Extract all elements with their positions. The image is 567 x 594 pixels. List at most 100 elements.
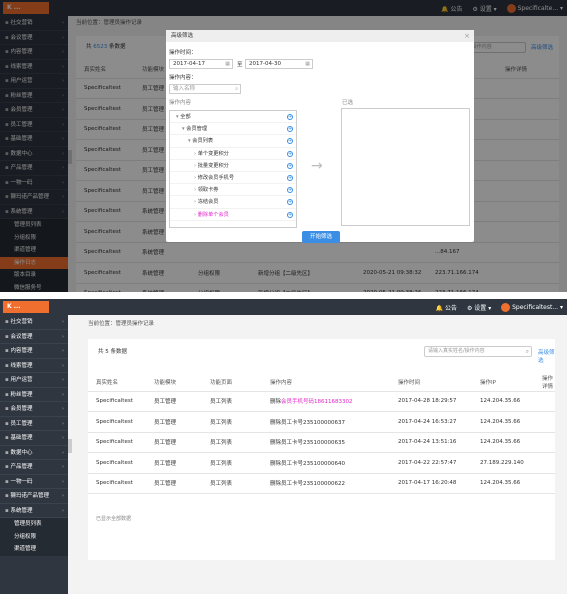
column-header: 操作详情 xyxy=(534,373,555,392)
sidebar-item[interactable]: ▪ 数据中心 › xyxy=(0,446,68,460)
content-text: 删除 xyxy=(270,399,282,406)
chevron-right-icon: › xyxy=(62,493,64,499)
tree-node-label: 全部 xyxy=(180,114,191,120)
chevron-right-icon: › xyxy=(62,449,64,456)
add-icon[interactable]: + xyxy=(287,114,293,120)
cell-ip: 124.204.35.66 xyxy=(472,432,534,453)
sidebar-item[interactable]: ▪ 内容管理 › xyxy=(0,344,68,359)
cell-page: 员工列表 xyxy=(202,391,262,412)
sidebar-item-label: 数据中心 xyxy=(10,449,33,456)
cell-page: 员工列表 xyxy=(202,411,262,433)
chevron-right-icon: › xyxy=(62,464,64,470)
cell-detail[interactable] xyxy=(534,473,555,494)
add-icon[interactable]: + xyxy=(287,174,293,181)
cell-page: 员工列表 xyxy=(202,452,262,474)
record-count: 共 5 条数据 xyxy=(98,349,127,355)
search-icon: ⌕ xyxy=(235,86,238,92)
sidebar-item[interactable]: ▪ 基础管理 › xyxy=(0,431,68,446)
search-input[interactable]: 请输入真实姓名/操作内容 ⌕ xyxy=(424,346,532,357)
sidebar-subitem[interactable]: 分组权限 xyxy=(0,530,68,543)
cell-time: 2017-04-24 16:53:27 xyxy=(390,411,472,433)
main-content: 当前位置：管理员操作记录 共 5 条数据 请输入真实姓名/操作内容 ⌕ 高级筛选 … xyxy=(68,315,567,594)
add-icon[interactable]: + xyxy=(287,211,293,218)
sidebar-subitem[interactable]: 渠道管理 xyxy=(0,543,68,556)
sidebar-item-label: 系统管理 xyxy=(10,507,33,514)
chevron-right-icon: › xyxy=(62,362,64,369)
date-from-input[interactable]: 2017-04-17 ▦ xyxy=(169,59,233,69)
cell-detail[interactable] xyxy=(534,432,555,453)
cell-name: Specificaltest xyxy=(88,452,146,474)
start-filter-button[interactable]: 开始筛选 xyxy=(302,231,340,243)
tree-node-label: 会员管理 xyxy=(186,126,208,133)
tree-node-label: 删除单个会员 xyxy=(197,211,229,218)
cell-content: 删除员工卡号235100000622 xyxy=(262,473,390,494)
sidebar-item-label: 会员管理 xyxy=(10,406,33,412)
tree-node[interactable]: › 冻结会员 + xyxy=(170,196,296,209)
add-icon[interactable]: + xyxy=(287,162,293,169)
cell-time: 2017-04-17 16:20:48 xyxy=(390,473,472,494)
sidebar-item[interactable]: ▪ 会议管理 › xyxy=(0,330,68,344)
add-icon[interactable]: + xyxy=(287,199,293,206)
time-label: 操作时间： xyxy=(169,50,197,56)
add-icon[interactable]: + xyxy=(287,138,293,145)
modal-header: 高级筛选 × xyxy=(166,30,474,42)
cell-module: 员工管理 xyxy=(146,452,202,474)
tree-node[interactable]: › 修改会员手机号 + xyxy=(170,172,296,185)
close-icon[interactable]: × xyxy=(464,30,470,42)
content-highlight: 会员手机号码18611683302 xyxy=(281,399,353,406)
cell-page: 员工列表 xyxy=(202,473,262,494)
cell-content: 删除员工卡号235100000640 xyxy=(262,452,390,474)
sidebar-item[interactable]: ▪ 系统管理 › xyxy=(0,504,68,518)
tree-node-label: 冻结会员 xyxy=(197,199,219,206)
tree-node[interactable]: ▾ 会员管理 + xyxy=(170,123,296,136)
sidebar-item[interactable]: ▪ 线索管理 › xyxy=(0,359,68,373)
sidebar-item[interactable]: ▪ 粉丝管理 › xyxy=(0,388,68,402)
selected-list xyxy=(341,108,470,226)
add-icon[interactable]: + xyxy=(287,187,293,194)
tree-node[interactable]: › 领取卡券 + xyxy=(170,184,296,197)
notice-link[interactable]: 🔔 公告 xyxy=(436,303,457,312)
divider xyxy=(0,292,567,299)
sidebar-item-label: 内容管理 xyxy=(10,348,33,354)
sidebar-item-label: 产品管理 xyxy=(10,464,33,470)
right-title: 已选 xyxy=(342,100,354,106)
name-search-input[interactable]: 输入名称 ⌕ xyxy=(169,84,241,94)
tree-node[interactable]: › 批量变更积分 + xyxy=(170,160,296,172)
table-row: Specificaltest 员工管理 员工列表 删除会员手机号码1861168330… xyxy=(88,391,555,412)
cell-ip: 124.204.35.66 xyxy=(472,473,534,494)
tree-node[interactable]: ▾ 全部 + xyxy=(170,111,296,124)
collapse-handle[interactable] xyxy=(68,439,72,453)
cell-content: 删除员工卡号235100000635 xyxy=(262,432,390,453)
settings-link[interactable]: ⚙ 设置 ▾ xyxy=(467,303,491,312)
tree-node-label: 会员列表 xyxy=(192,138,214,145)
calendar-icon: ▦ xyxy=(225,61,230,67)
sidebar-subitem[interactable]: 管理员列表 xyxy=(0,518,68,531)
cell-module: 员工管理 xyxy=(146,473,202,494)
tree-node[interactable]: › 单个变更积分 + xyxy=(170,148,296,160)
chevron-right-icon: › xyxy=(62,420,64,427)
add-icon[interactable]: + xyxy=(287,126,293,133)
tree-node-label: 单个变更积分 xyxy=(197,150,229,157)
cell-ip: 124.204.35.66 xyxy=(472,411,534,433)
sidebar-item[interactable]: ▪ 会员管理 › xyxy=(0,402,68,417)
tree-node[interactable]: ▾ 会员列表 + xyxy=(170,135,296,148)
cell-detail[interactable] xyxy=(534,452,555,474)
sidebar-item[interactable]: ▪ 用户运营 › xyxy=(0,373,68,388)
user-menu[interactable]: Specificaltest... ▾ xyxy=(501,302,563,312)
sidebar-item[interactable]: ▪ 一物一码 › xyxy=(0,475,68,489)
top-right-menu: 🔔 公告 ⚙ 设置 ▾ Specificaltest... ▾ xyxy=(436,299,563,315)
sidebar-item[interactable]: ▪ 产品管理 › xyxy=(0,460,68,475)
add-icon[interactable]: + xyxy=(287,150,293,157)
cell-detail[interactable] xyxy=(534,391,555,412)
calendar-icon: ▦ xyxy=(305,61,310,67)
sidebar-item[interactable]: ▪ 社交营销 › xyxy=(0,315,68,330)
column-header: 操作IP xyxy=(472,373,534,392)
sidebar-item-label: 獭玛诺产品管理 xyxy=(10,493,49,499)
sidebar-item[interactable]: ▪ 獭玛诺产品管理 › xyxy=(0,489,68,504)
advanced-filter-link[interactable]: 高级筛选 xyxy=(538,348,555,364)
cell-detail[interactable] xyxy=(534,411,555,433)
tree-node[interactable]: › 删除单个会员 + xyxy=(170,209,296,221)
date-to-input[interactable]: 2017-04-30 ▦ xyxy=(245,59,313,69)
search-icon[interactable]: ⌕ xyxy=(526,347,529,356)
sidebar-item[interactable]: ▪ 员工管理 › xyxy=(0,417,68,431)
